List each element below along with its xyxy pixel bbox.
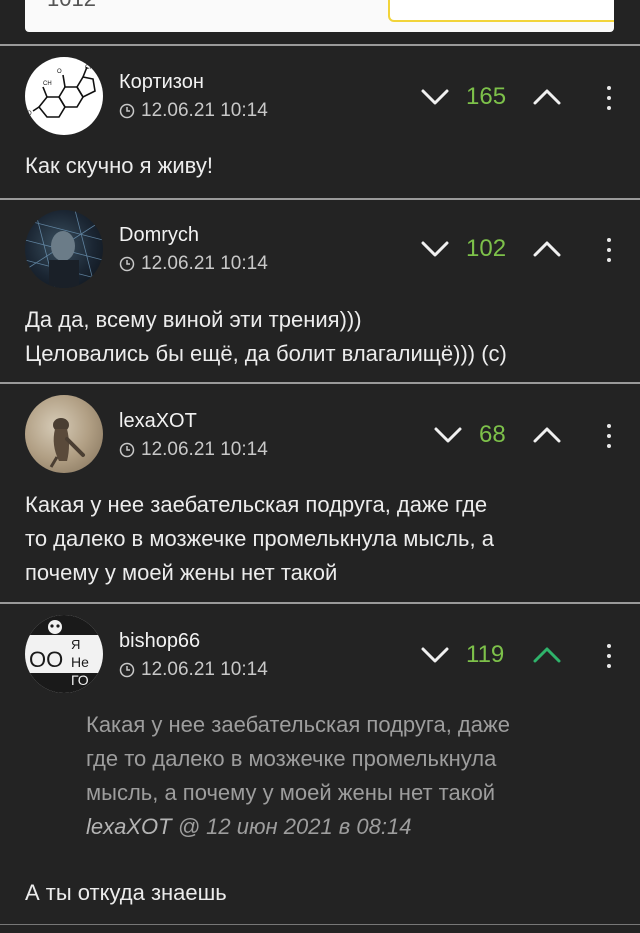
score: 165 bbox=[466, 83, 507, 110]
timestamp-row: 12.06.21 10:14 bbox=[119, 659, 268, 681]
comment-text-line: А ты откуда знаешь bbox=[25, 880, 227, 905]
svg-text:OO: OO bbox=[29, 647, 63, 672]
avatar-chemical-structure-image: O CH CH O bbox=[27, 65, 96, 118]
quote-text-line: мысль, а почему у моей жены нет такой bbox=[86, 780, 496, 805]
quote-text-line: где то далеко в мозжечке промелькнула bbox=[86, 746, 497, 771]
username[interactable]: Кортизон bbox=[119, 71, 204, 94]
comment-text: Как скучно я живу! bbox=[25, 149, 213, 183]
clock-icon bbox=[119, 442, 135, 458]
timestamp: 12.06.21 10:14 bbox=[141, 659, 268, 680]
svg-text:Не: Не bbox=[71, 654, 89, 670]
quoted-comment: Какая у нее заебательская подруга, даже … bbox=[86, 708, 510, 844]
comment-text: А ты откуда знаешь bbox=[25, 876, 227, 910]
clock-icon bbox=[119, 662, 135, 678]
avatar[interactable]: O CH CH O bbox=[25, 57, 103, 135]
timestamp-row: 12.06.21 10:14 bbox=[119, 253, 268, 275]
score: 68 bbox=[479, 421, 506, 448]
quote-reference-time: @ 12 июн 2021 в 08:14 bbox=[171, 814, 412, 839]
svg-text:ГО: ГО bbox=[71, 672, 89, 688]
clock-icon bbox=[119, 103, 135, 119]
more-vertical-icon[interactable] bbox=[605, 238, 613, 264]
comment-text-line: почему у моей жены нет такой bbox=[25, 560, 338, 585]
username[interactable]: bishop66 bbox=[119, 630, 200, 653]
svg-text:Я: Я bbox=[71, 637, 80, 652]
reply-input-edge[interactable] bbox=[388, 0, 614, 22]
previous-comment-number: 1012 bbox=[47, 0, 96, 12]
upvote-chevron-up-icon[interactable] bbox=[532, 86, 562, 108]
comment-text-line: то далеко в мозжечке промелькнула мысль,… bbox=[25, 526, 494, 551]
upvote-chevron-up-icon-active[interactable] bbox=[532, 644, 562, 666]
downvote-chevron-down-icon[interactable] bbox=[433, 424, 463, 446]
comment-4: Я OO Не ГО bishop66 12.06.21 10:14 119 К… bbox=[0, 604, 640, 922]
comment-text-line: Какая у нее заебательская подруга, даже … bbox=[25, 492, 488, 517]
quote-reference-user[interactable]: lexaXOT bbox=[86, 814, 172, 839]
quote-reference: lexaXOT @ 12 июн 2021 в 08:14 bbox=[86, 810, 510, 844]
comment-2: Domrych 12.06.21 10:14 102 Да да, всему … bbox=[0, 200, 640, 382]
username[interactable]: lexaXOT bbox=[119, 410, 197, 433]
timestamp: 12.06.21 10:14 bbox=[141, 439, 268, 460]
svg-text:CH: CH bbox=[85, 65, 94, 71]
more-vertical-icon[interactable] bbox=[605, 86, 613, 112]
comment-text: Какая у нее заебательская подруга, даже … bbox=[25, 488, 494, 590]
downvote-chevron-down-icon[interactable] bbox=[420, 644, 450, 666]
previous-comment-card: 1012 bbox=[25, 0, 614, 32]
more-vertical-icon[interactable] bbox=[605, 424, 613, 450]
quote-text-line: Какая у нее заебательская подруга, даже bbox=[86, 712, 510, 737]
avatar-cat-image bbox=[49, 418, 85, 468]
clock-icon bbox=[119, 256, 135, 272]
comment-text-line: Как скучно я живу! bbox=[25, 153, 213, 178]
avatar[interactable]: Я OO Не ГО bbox=[25, 615, 103, 693]
username[interactable]: Domrych bbox=[119, 224, 199, 247]
svg-text:O: O bbox=[27, 111, 32, 117]
comment-1: O CH CH O Кортизон 12.06.21 10:14 165 Ка… bbox=[0, 46, 640, 198]
avatar[interactable] bbox=[25, 210, 103, 288]
downvote-chevron-down-icon[interactable] bbox=[420, 238, 450, 260]
timestamp-row: 12.06.21 10:14 bbox=[119, 439, 268, 461]
avatar-meme-image: Я OO Не ГО bbox=[25, 615, 103, 693]
avatar[interactable] bbox=[25, 395, 103, 473]
upvote-chevron-up-icon[interactable] bbox=[532, 238, 562, 260]
score: 119 bbox=[466, 641, 505, 668]
avatar-portrait-image bbox=[25, 210, 103, 288]
comment-text: Да да, всему виной эти трения))) Целовал… bbox=[25, 303, 507, 371]
timestamp: 12.06.21 10:14 bbox=[141, 253, 268, 274]
divider bbox=[0, 924, 640, 925]
score: 102 bbox=[466, 235, 507, 262]
comment-3: lexaXOT 12.06.21 10:14 68 Какая у нее за… bbox=[0, 384, 640, 602]
comment-text-line: Да да, всему виной эти трения))) bbox=[25, 307, 362, 332]
timestamp: 12.06.21 10:14 bbox=[141, 100, 268, 121]
timestamp-row: 12.06.21 10:14 bbox=[119, 100, 268, 122]
svg-text:O: O bbox=[57, 69, 62, 75]
svg-text:CH: CH bbox=[43, 81, 52, 87]
more-vertical-icon[interactable] bbox=[605, 644, 613, 670]
upvote-chevron-up-icon[interactable] bbox=[532, 424, 562, 446]
comment-text-line: Целовались бы ещё, да болит влагалищё)))… bbox=[25, 341, 507, 366]
downvote-chevron-down-icon[interactable] bbox=[420, 86, 450, 108]
